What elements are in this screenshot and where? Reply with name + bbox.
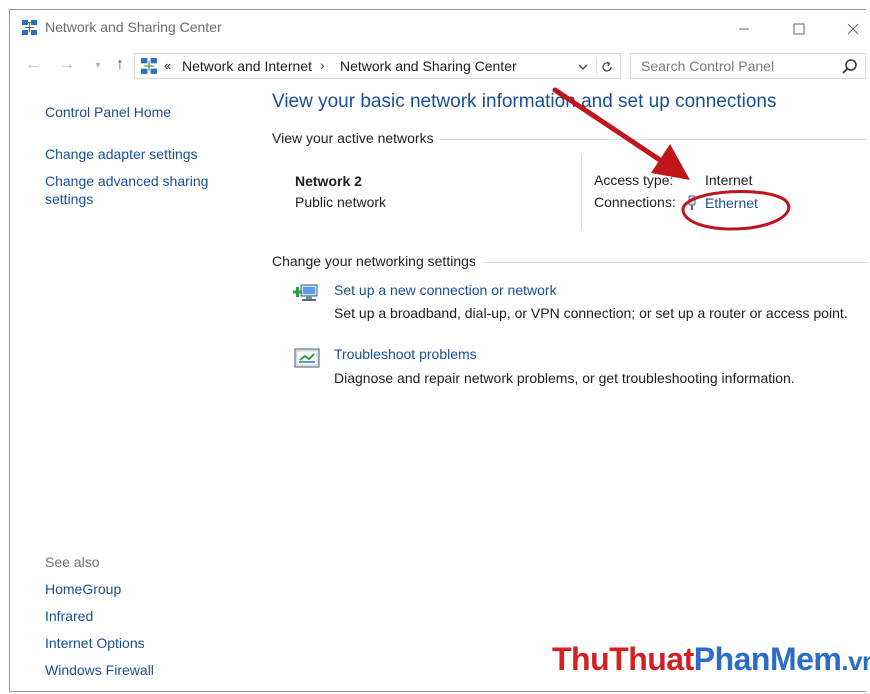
- control-panel-window: Network and Sharing Center ← → ▾ ↑ « Net…: [9, 9, 867, 692]
- divider: [581, 154, 582, 230]
- access-type-value: Internet: [705, 172, 753, 188]
- search-placeholder: Search Control Panel: [641, 58, 775, 74]
- close-icon: [847, 23, 859, 35]
- back-button[interactable]: ←: [23, 55, 43, 75]
- site-watermark-logo: ThuThuatPhanMem.vn: [552, 641, 870, 678]
- breadcrumb-network-sharing-center[interactable]: Network and Sharing Center: [340, 58, 517, 74]
- watermark-part-1: ThuThuat: [552, 641, 694, 677]
- watermark-part-3: .vn: [841, 646, 870, 676]
- network-name: Network 2: [295, 173, 362, 189]
- setup-new-connection-description: Set up a broadband, dial-up, or VPN conn…: [334, 305, 848, 321]
- sidebar-item-change-adapter-settings[interactable]: Change adapter settings: [45, 145, 198, 163]
- troubleshoot-description: Diagnose and repair network problems, or…: [334, 370, 795, 386]
- search-box[interactable]: Search Control Panel: [630, 53, 866, 79]
- arrow-right-icon: →: [59, 56, 75, 73]
- new-connection-icon: [293, 284, 318, 301]
- address-row: ← → ▾ ↑ « Network and Internet › Network…: [10, 50, 866, 82]
- title-bar: Network and Sharing Center: [10, 10, 866, 46]
- recent-locations-button[interactable]: ▾: [88, 55, 108, 75]
- sidebar-item-change-advanced-sharing-settings[interactable]: Change advanced sharing settings: [45, 172, 225, 208]
- sidebar-item-internet-options[interactable]: Internet Options: [45, 634, 145, 652]
- change-settings-heading: Change your networking settings: [272, 253, 482, 269]
- refresh-button[interactable]: [596, 58, 616, 76]
- ethernet-icon: [688, 195, 696, 210]
- forward-button[interactable]: →: [57, 55, 77, 75]
- chevron-down-icon: [578, 64, 588, 70]
- network-category: Public network: [295, 194, 387, 210]
- maximize-icon: [793, 23, 805, 35]
- refresh-icon: [601, 61, 612, 72]
- watermark-part-2: PhanMem: [693, 641, 842, 677]
- chevron-down-icon: ▾: [95, 59, 101, 71]
- arrow-left-icon: ←: [25, 56, 41, 73]
- up-button[interactable]: ↑: [110, 55, 130, 75]
- see-also-heading: See also: [45, 554, 100, 570]
- minimize-button[interactable]: [726, 16, 762, 42]
- network-center-icon: [22, 20, 37, 35]
- close-button[interactable]: [835, 16, 870, 42]
- sidebar-item-control-panel-home[interactable]: Control Panel Home: [45, 103, 171, 121]
- ethernet-connection-link[interactable]: Ethernet: [705, 195, 758, 211]
- breadcrumb-separator[interactable]: ›: [320, 57, 325, 73]
- arrow-up-icon: ↑: [116, 56, 124, 73]
- setup-new-connection-link[interactable]: Set up a new connection or network: [334, 282, 557, 298]
- active-networks-heading: View your active networks: [272, 130, 440, 146]
- address-bar[interactable]: « Network and Internet › Network and Sha…: [134, 53, 621, 79]
- search-icon[interactable]: [841, 58, 859, 76]
- breadcrumb-overflow[interactable]: «: [164, 58, 171, 73]
- sidebar-item-homegroup[interactable]: HomeGroup: [45, 580, 121, 598]
- sidebar-item-infrared[interactable]: Infrared: [45, 607, 93, 625]
- access-type-label: Access type:: [594, 172, 674, 188]
- troubleshoot-icon: [294, 348, 320, 368]
- connections-label: Connections:: [594, 194, 676, 210]
- breadcrumb-network-and-internet[interactable]: Network and Internet: [182, 58, 312, 74]
- page-title: View your basic network information and …: [272, 91, 777, 112]
- maximize-button[interactable]: [781, 16, 817, 42]
- address-dropdown-button[interactable]: [574, 58, 592, 76]
- network-center-icon: [141, 58, 157, 74]
- troubleshoot-link[interactable]: Troubleshoot problems: [334, 346, 477, 362]
- sidebar-item-windows-firewall[interactable]: Windows Firewall: [45, 661, 154, 679]
- window-title: Network and Sharing Center: [45, 19, 222, 35]
- minimize-icon: [739, 28, 749, 30]
